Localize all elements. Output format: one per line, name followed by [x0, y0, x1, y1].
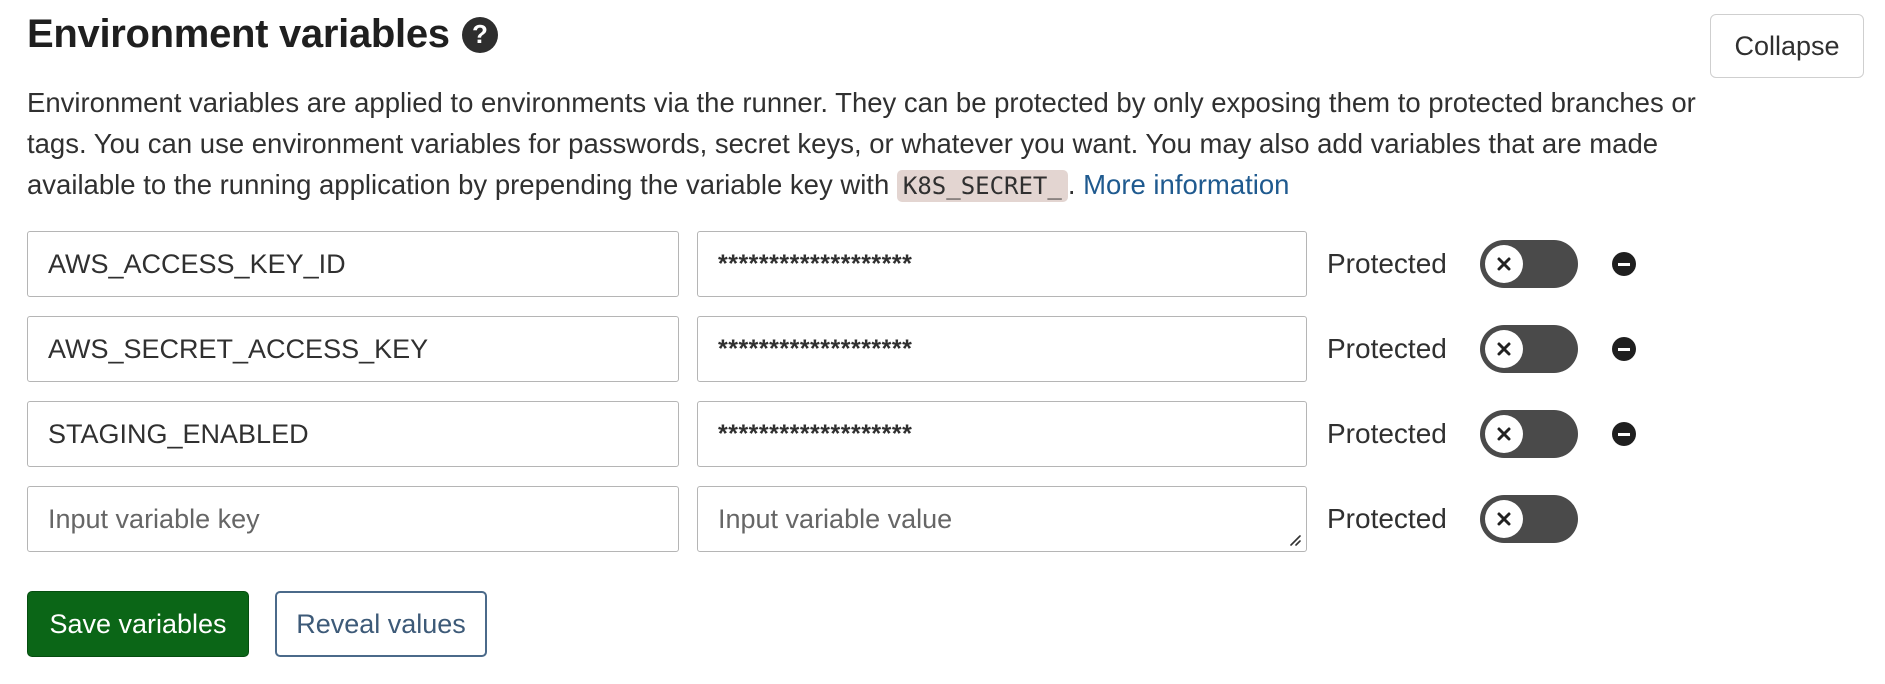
- variable-row: AWS_SECRET_ACCESS_KEY ******************…: [27, 316, 1647, 382]
- question-circle-icon[interactable]: ?: [461, 16, 498, 53]
- new-variable-key-input[interactable]: Input variable key: [27, 486, 679, 552]
- variable-key-input[interactable]: STAGING_ENABLED: [27, 401, 679, 467]
- protected-toggle[interactable]: [1480, 410, 1578, 458]
- new-variable-value-textarea[interactable]: Input variable value: [697, 486, 1307, 552]
- resize-handle-icon[interactable]: [1287, 532, 1301, 546]
- variable-value-input[interactable]: *******************: [697, 401, 1307, 467]
- minus-circle-icon[interactable]: [1612, 252, 1636, 276]
- protected-label: Protected: [1327, 503, 1447, 534]
- variable-value-input[interactable]: *******************: [697, 231, 1307, 297]
- protected-toggle[interactable]: [1480, 495, 1578, 543]
- protected-label: Protected: [1327, 333, 1447, 364]
- variable-key-input[interactable]: AWS_SECRET_ACCESS_KEY: [27, 316, 679, 382]
- save-variables-button[interactable]: Save variables: [27, 591, 249, 657]
- reveal-values-button[interactable]: Reveal values: [275, 591, 487, 657]
- page-title: Environment variables: [27, 12, 450, 56]
- protected-label: Protected: [1327, 418, 1447, 449]
- new-variable-row: Input variable key Input variable value …: [27, 486, 1647, 552]
- collapse-button[interactable]: Collapse: [1710, 14, 1864, 78]
- description-text: Environment variables are applied to env…: [27, 87, 1696, 200]
- description-punctuation: .: [1067, 169, 1084, 200]
- variable-row: STAGING_ENABLED ******************* Prot…: [27, 401, 1647, 467]
- protected-toggle[interactable]: [1480, 240, 1578, 288]
- toggle-off-x-icon: [1485, 415, 1523, 453]
- code-snippet: K8S_SECRET_: [896, 170, 1068, 202]
- variable-value-input[interactable]: *******************: [697, 316, 1307, 382]
- section-description: Environment variables are applied to env…: [27, 82, 1707, 207]
- more-information-link[interactable]: More information: [1083, 169, 1289, 200]
- protected-toggle[interactable]: [1480, 325, 1578, 373]
- toggle-off-x-icon: [1485, 500, 1523, 538]
- minus-circle-icon[interactable]: [1612, 422, 1636, 446]
- value-placeholder-text: Input variable value: [718, 503, 953, 534]
- minus-circle-icon[interactable]: [1612, 337, 1636, 361]
- section-title: Environment variables ?: [27, 12, 498, 57]
- variable-row: AWS_ACCESS_KEY_ID ******************* Pr…: [27, 231, 1647, 297]
- toggle-off-x-icon: [1485, 245, 1523, 283]
- toggle-off-x-icon: [1485, 330, 1523, 368]
- variable-key-input[interactable]: AWS_ACCESS_KEY_ID: [27, 231, 679, 297]
- protected-label: Protected: [1327, 248, 1447, 279]
